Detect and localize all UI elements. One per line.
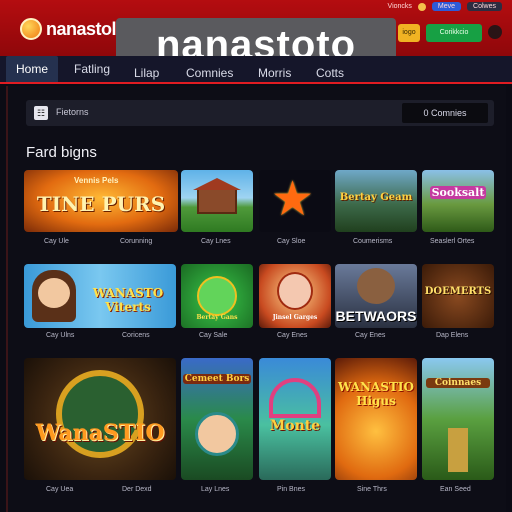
game-thumb[interactable]: DOEMERTS [422,264,494,328]
nav-item-home[interactable]: Home [6,56,59,82]
game-caption: Der Dexd [122,486,152,493]
game-caption: Lay Lnes [201,486,230,493]
house-icon [197,188,237,214]
game-caption: Coumerisms [353,238,393,245]
nav-item-comnies[interactable]: Comnies [186,60,233,86]
game-title: Cemeet Bors [183,374,251,384]
roof-shape [193,178,241,190]
game-caption: Pin Bnes [277,486,306,493]
arch-icon [269,378,321,418]
filter-bar: ☷ Fietorns 0 Comnies [26,100,494,126]
top-pill-blue[interactable]: Meve [431,2,462,11]
game-caption: Ean Seed [440,486,471,493]
register-button[interactable]: Corikkcio [426,24,482,42]
game-caption: Corunning [120,238,153,245]
game-thumb[interactable]: WanaSTIO [24,358,176,480]
game-thumb[interactable]: Coinnaes [422,358,494,480]
login-button[interactable]: iogo [398,24,420,42]
game-caption: Cay Uea [46,486,74,493]
character-icon [195,412,239,456]
nav-item-cotts[interactable]: Cotts [316,60,344,86]
game-thumb[interactable]: Jinsel Garges [259,264,331,328]
top-pill-dark[interactable]: Colwes [467,2,502,11]
game-badge: Vennis Pels [74,176,119,185]
game-caption: Cay Ule [44,238,69,245]
nav-item-lilap[interactable]: Lilap [134,60,159,86]
game-caption: Cay Lnes [201,238,231,245]
face-icon [277,272,313,310]
game-thumb[interactable]: Monte [259,358,331,480]
section-title: Fard bigns [26,144,97,161]
game-caption: Cay Sale [199,332,228,339]
game-caption: Cay Enes [277,332,308,339]
game-thumb[interactable]: Sooksalt [422,170,494,232]
bell-icon[interactable] [417,2,426,11]
game-caption: Dap Elens [436,332,469,339]
nav-item-fatling[interactable]: Fatling [74,56,110,82]
logo-text: nanastol [46,18,117,39]
game-thumb[interactable]: WANASTO Viterts [24,264,176,328]
path-shape [448,428,468,472]
game-title: Jinsel Garges [272,314,318,321]
nav-item-morris[interactable]: Morris [258,60,291,86]
game-thumb[interactable]: Bertay Geam [335,170,417,232]
game-caption: Cay Ulns [46,332,75,339]
game-thumb[interactable]: Bertay Gans [181,264,253,328]
game-title: BETWAORS [335,308,417,324]
game-caption: Cay Sloe [277,238,306,245]
game-title: TINE PURS [36,192,166,216]
character-icon [357,268,395,304]
top-link[interactable]: Vioncks [388,3,412,10]
game-title: Monte [269,418,321,434]
main-nav: Home Fatling Lilap Comnies Morris Cotts [0,56,512,84]
game-thumb[interactable] [181,170,253,232]
star-icon: ★ [271,173,315,226]
game-caption: Seaslerl Ortes [430,238,475,245]
menu-icon[interactable] [488,25,502,39]
game-thumb[interactable]: Vennis Pels TINE PURS [24,170,178,232]
creature-icon [197,276,237,316]
game-title: Bertay Geam [339,192,413,203]
game-title: DOEMERTS [424,286,492,297]
logo-icon [20,18,42,40]
game-caption: Sine Thrs [357,486,387,493]
game-caption: Coricens [122,332,150,339]
game-title: WANASTO Viterts [92,286,164,314]
game-title: WanaSTIO [35,420,165,446]
game-thumb[interactable]: Cemeet Bors [181,358,253,480]
site-logo[interactable]: nanastol [20,18,117,40]
top-links: Vioncks Meve Colwes [388,2,502,11]
game-caption: Cay Enes [355,332,386,339]
game-title: Sooksalt [430,186,486,199]
game-title: Bertay Gans [196,314,238,321]
game-title: Coinnaes [426,378,490,388]
filter-icon[interactable]: ☷ [34,106,48,120]
filter-label[interactable]: Fietorns [56,107,89,117]
game-title: WANASTIO Higus [338,380,414,408]
face-icon [38,278,70,308]
game-thumb[interactable]: WANASTIO Higus [335,358,417,480]
game-thumb[interactable]: BETWAORS [335,264,417,328]
filter-count[interactable]: 0 Comnies [402,103,488,123]
game-thumb[interactable]: ★ [259,170,331,232]
